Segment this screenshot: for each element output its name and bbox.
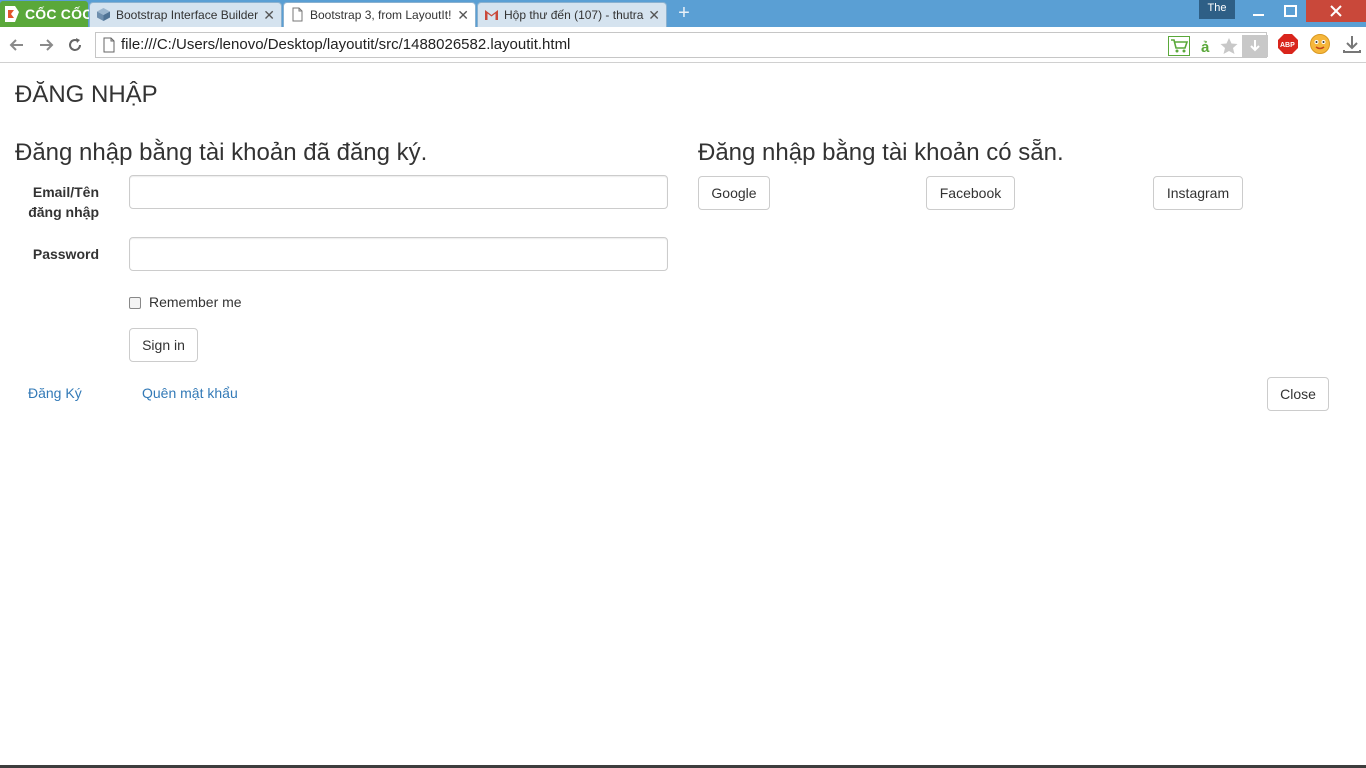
- page-title: ĐĂNG NHẬP: [15, 81, 158, 108]
- gmail-icon: [485, 10, 498, 20]
- close-icon[interactable]: ✕: [263, 3, 275, 27]
- profile-button[interactable]: The: [1199, 0, 1235, 19]
- adblock-icon[interactable]: ABP: [1277, 33, 1299, 55]
- instagram-login-button[interactable]: Instagram: [1153, 176, 1243, 210]
- close-button[interactable]: Close: [1267, 377, 1329, 411]
- tab-layoutit[interactable]: Bootstrap 3, from LayoutIt! ✕: [283, 2, 476, 28]
- google-login-button[interactable]: Google: [698, 176, 770, 210]
- tab-label: Bootstrap 3, from LayoutIt!: [310, 8, 452, 22]
- register-link[interactable]: Đăng Ký: [28, 385, 82, 401]
- close-icon[interactable]: ✕: [648, 3, 660, 27]
- browser-toolbar: file:///C:/Users/lenovo/Desktop/layoutit…: [0, 27, 1366, 63]
- social-login-heading: Đăng nhập bằng tài khoản có sẵn.: [698, 139, 1064, 166]
- download-page-icon[interactable]: [1242, 35, 1268, 57]
- page-icon: [292, 7, 303, 22]
- url-text: file:///C:/Users/lenovo/Desktop/layoutit…: [121, 36, 571, 53]
- remember-me-checkbox[interactable]: [129, 297, 141, 309]
- close-icon[interactable]: ✕: [457, 3, 469, 27]
- brand-label: CỐC CỐC: [25, 6, 93, 22]
- browser-titlebar: CỐC CỐC Bootstrap Interface Builder ✕ Bo…: [0, 0, 1366, 28]
- login-page: ĐĂNG NHẬP Đăng nhập bằng tài khoản đã đă…: [0, 64, 1366, 768]
- tab-gmail[interactable]: Hộp thư đến (107) - thutra ✕: [477, 2, 667, 27]
- email-input[interactable]: [129, 175, 668, 209]
- back-icon[interactable]: [7, 35, 27, 55]
- facebook-login-button[interactable]: Facebook: [926, 176, 1015, 210]
- tab-bootstrap-builder[interactable]: Bootstrap Interface Builder ✕: [89, 2, 282, 27]
- tab-label: Bootstrap Interface Builder: [116, 8, 259, 22]
- new-tab-button[interactable]: +: [674, 3, 694, 23]
- page-icon: [103, 37, 115, 53]
- shopping-cart-icon[interactable]: [1168, 36, 1190, 56]
- tab-label: Hộp thư đến (107) - thutra: [504, 8, 644, 22]
- vietnamese-input-icon[interactable]: ả: [1196, 36, 1218, 56]
- forgot-password-link[interactable]: Quên mật khẩu: [142, 385, 238, 401]
- password-input[interactable]: [129, 237, 668, 271]
- star-icon[interactable]: [1218, 36, 1240, 56]
- download-icon[interactable]: [1341, 33, 1363, 55]
- sign-in-button[interactable]: Sign in: [129, 328, 198, 362]
- window-close-icon[interactable]: [1306, 0, 1366, 22]
- forward-icon[interactable]: [36, 35, 56, 55]
- reload-icon[interactable]: [65, 35, 85, 55]
- address-bar[interactable]: file:///C:/Users/lenovo/Desktop/layoutit…: [95, 32, 1268, 58]
- coccoc-logo-icon: [5, 6, 19, 22]
- email-label: Email/Tên đăng nhập: [28, 184, 99, 220]
- svg-text:ABP: ABP: [1280, 42, 1295, 49]
- remember-me-label[interactable]: Remember me: [149, 294, 242, 310]
- emoji-extension-icon[interactable]: [1309, 33, 1331, 55]
- cube-icon: [97, 8, 110, 21]
- registered-login-heading: Đăng nhập bằng tài khoản đã đăng ký.: [15, 139, 428, 166]
- minimize-icon[interactable]: [1243, 0, 1273, 22]
- maximize-icon[interactable]: [1275, 0, 1305, 22]
- password-label: Password: [32, 246, 99, 262]
- svg-text:ả: ả: [1201, 39, 1210, 56]
- coccoc-brand[interactable]: CỐC CỐC: [0, 1, 92, 27]
